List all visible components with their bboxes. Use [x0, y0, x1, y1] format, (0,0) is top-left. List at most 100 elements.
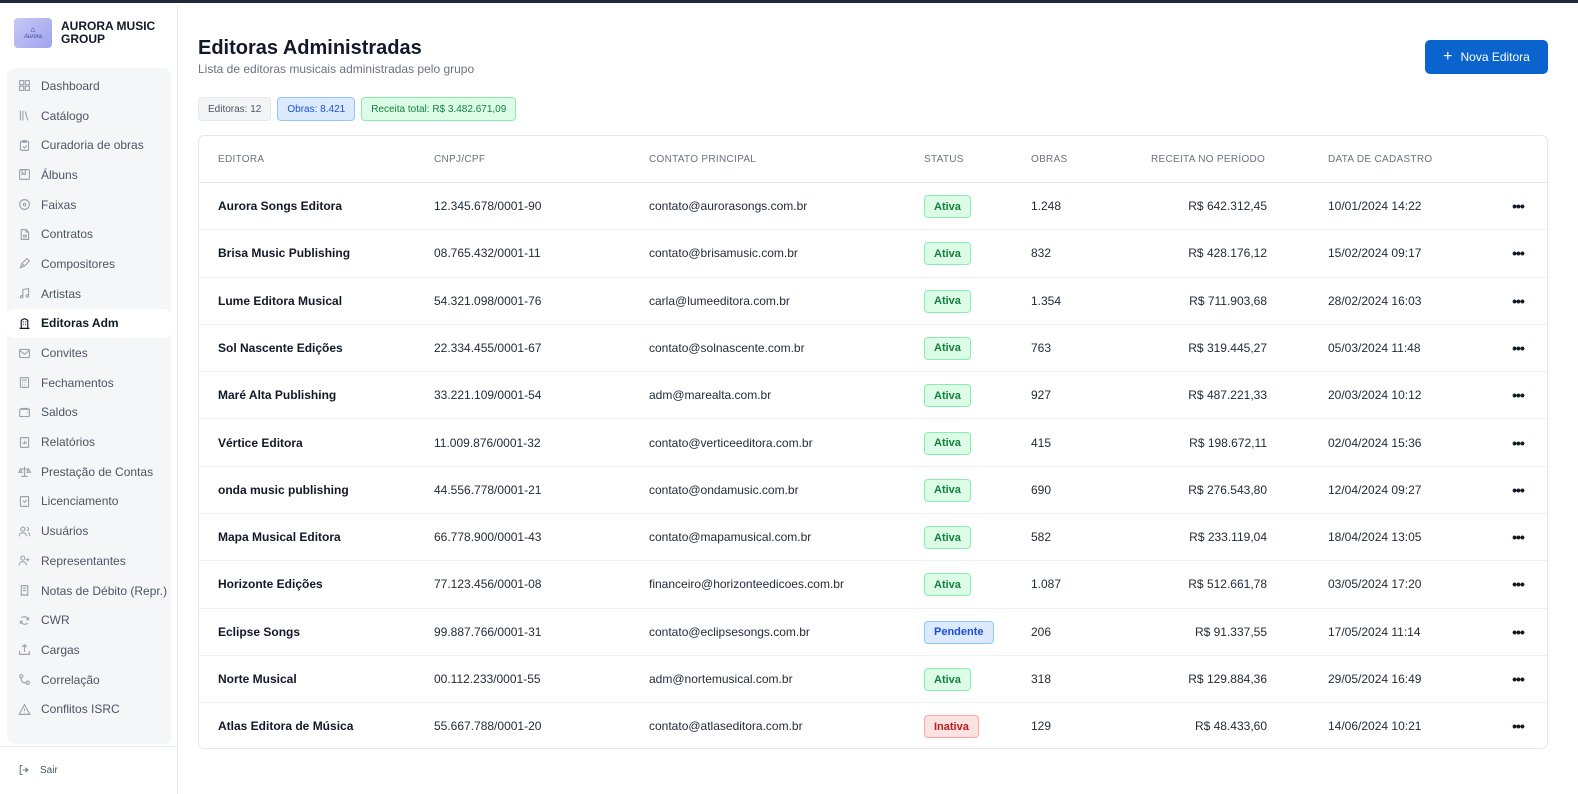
- sidebar-item-dashboard[interactable]: Dashboard: [7, 71, 171, 101]
- more-horizontal-icon[interactable]: •••: [1509, 620, 1527, 644]
- cell-editora[interactable]: Mapa Musical Editora: [218, 530, 341, 544]
- cell-editora[interactable]: onda music publishing: [218, 483, 349, 497]
- cell-editora[interactable]: Horizonte Edições: [218, 577, 323, 591]
- table-row[interactable]: Lume Editora Musical 54.321.098/0001-76 ca…: [199, 278, 1547, 325]
- cell-editora[interactable]: Lume Editora Musical: [218, 294, 342, 308]
- sidebar-item-artistas[interactable]: Artistas: [7, 279, 171, 309]
- report-icon: [19, 436, 30, 448]
- sidebar-nav: Dashboard Catálogo Curadoria de obras Álbun…: [7, 68, 171, 744]
- logout-icon: [19, 764, 29, 776]
- cell-obras: 1.087: [1031, 577, 1062, 592]
- cell-data: 28/02/2024 16:03: [1328, 293, 1422, 308]
- table-row[interactable]: Horizonte Edições 77.123.456/0001-08 finan…: [199, 561, 1547, 609]
- more-horizontal-icon[interactable]: •••: [1509, 431, 1527, 455]
- brand[interactable]: ⌂ Aurora AURORA MUSIC GROUP: [14, 18, 174, 54]
- cell-editora[interactable]: Maré Alta Publishing: [218, 388, 336, 402]
- sidebar-item-editoras-adm[interactable]: Editoras Adm: [7, 308, 171, 339]
- table-row[interactable]: Eclipse Songs 99.887.766/0001-31 contato@e…: [199, 609, 1547, 656]
- cell-cnpj: 77.123.456/0001-08: [434, 577, 542, 592]
- sidebar-item-label: Editoras Adm: [41, 316, 119, 331]
- clipboard-check-icon: [19, 139, 30, 151]
- sidebar-item-curadoria-de-obras[interactable]: Curadoria de obras: [7, 130, 171, 160]
- cell-cnpj: 55.667.788/0001-20: [434, 719, 542, 734]
- cell-editora[interactable]: Atlas Editora de Música: [218, 719, 353, 733]
- sidebar-item-saldos[interactable]: Saldos: [7, 398, 171, 428]
- table-row[interactable]: Mapa Musical Editora 66.778.900/0001-43 co…: [199, 514, 1547, 562]
- cell-contato: contato@mapamusical.com.br: [649, 530, 812, 545]
- sidebar-item-convites[interactable]: Convites: [7, 338, 171, 368]
- more-horizontal-icon[interactable]: •••: [1509, 383, 1527, 407]
- table-row[interactable]: Maré Alta Publishing 33.221.109/0001-54 ad…: [199, 372, 1547, 420]
- library-icon: [19, 110, 29, 121]
- column-header-data[interactable]: DATA DE CADASTRO: [1328, 154, 1432, 165]
- cell-editora[interactable]: Eclipse Songs: [218, 625, 300, 639]
- sidebar-item-notas-de-debito-repr[interactable]: Notas de Débito (Repr.): [7, 576, 171, 606]
- table-row[interactable]: Brisa Music Publishing 08.765.432/0001-11…: [199, 230, 1547, 278]
- more-horizontal-icon[interactable]: •••: [1509, 667, 1527, 691]
- sidebar-item-fechamentos[interactable]: Fechamentos: [7, 368, 171, 398]
- table-row[interactable]: onda music publishing 44.556.778/0001-21 c…: [199, 467, 1547, 515]
- sidebar-item-relatorios[interactable]: Relatórios: [7, 427, 171, 457]
- cell-editora[interactable]: Aurora Songs Editora: [218, 199, 342, 213]
- pen-tool-icon: [19, 258, 31, 270]
- sidebar-item-representantes[interactable]: Representantes: [7, 546, 171, 576]
- column-header-obras[interactable]: OBRAS: [1031, 154, 1068, 165]
- cell-obras: 763: [1031, 340, 1052, 355]
- more-horizontal-icon[interactable]: •••: [1509, 714, 1527, 738]
- sidebar-item-compositores[interactable]: Compositores: [7, 249, 171, 279]
- cell-obras: 129: [1031, 719, 1052, 734]
- more-horizontal-icon[interactable]: •••: [1509, 572, 1527, 596]
- sidebar-item-faixas[interactable]: Faixas: [7, 190, 171, 220]
- sidebar-item-prestacao-de-contas[interactable]: Prestação de Contas: [7, 457, 171, 487]
- more-horizontal-icon[interactable]: •••: [1509, 336, 1527, 360]
- sidebar-item-usuarios[interactable]: Usuários: [7, 516, 171, 546]
- cell-contato: contato@aurorasongs.com.br: [649, 199, 808, 213]
- sidebar-item-label: Fechamentos: [41, 375, 114, 390]
- more-horizontal-icon[interactable]: •••: [1509, 194, 1527, 218]
- new-publisher-button[interactable]: + Nova Editora: [1425, 40, 1548, 74]
- status-badge: Pendente: [924, 620, 994, 644]
- sidebar-item-catalogo[interactable]: Catálogo: [7, 101, 171, 131]
- cell-receita: R$ 91.337,55: [1194, 624, 1267, 639]
- cell-contato: adm@nortemusical.com.br: [649, 672, 793, 686]
- sidebar-item-licenciamento[interactable]: Licenciamento: [7, 487, 171, 517]
- cell-editora[interactable]: Vértice Editora: [218, 436, 303, 450]
- table-row[interactable]: Norte Musical 00.112.233/0001-55 adm@norte…: [199, 656, 1547, 704]
- cell-editora[interactable]: Sol Nascente Edições: [218, 341, 343, 355]
- table-row[interactable]: Aurora Songs Editora 12.345.678/0001-90 co…: [199, 183, 1547, 231]
- sidebar-item-label: Representantes: [41, 553, 126, 568]
- sidebar-item-conflitos-isrc[interactable]: Conflitos ISRC: [7, 694, 171, 724]
- column-header-editora[interactable]: EDITORA: [218, 154, 264, 165]
- sidebar-item-cargas[interactable]: Cargas: [7, 635, 171, 665]
- cell-contato: carla@lumeeditora.com.br: [649, 293, 790, 308]
- sidebar-item-contratos[interactable]: Contratos: [7, 219, 171, 249]
- cell-data: 17/05/2024 11:14: [1328, 624, 1421, 639]
- logout-button[interactable]: Sair: [18, 764, 58, 776]
- cell-data: 18/04/2024 13:05: [1328, 530, 1422, 545]
- cell-obras: 206: [1031, 624, 1052, 639]
- sidebar-item-cwr[interactable]: CWR: [7, 605, 171, 635]
- cell-cnpj: 33.221.109/0001-54: [434, 388, 542, 403]
- table-row[interactable]: Vértice Editora 11.009.876/0001-32 contato…: [199, 420, 1547, 467]
- table-row[interactable]: Atlas Editora de Música 55.667.788/0001-2…: [199, 703, 1547, 748]
- more-horizontal-icon[interactable]: •••: [1509, 289, 1527, 313]
- sidebar-item-albuns[interactable]: Álbuns: [7, 160, 171, 190]
- sidebar-item-label: Faixas: [41, 197, 77, 212]
- album-icon: [19, 169, 30, 181]
- column-header-contato[interactable]: CONTATO PRINCIPAL: [649, 154, 756, 165]
- license-icon: [19, 496, 30, 507]
- table-row[interactable]: Sol Nascente Edições 22.334.455/0001-67 co…: [199, 325, 1547, 373]
- column-header-cnpj[interactable]: CNPJ/CPF: [434, 154, 485, 165]
- more-horizontal-icon[interactable]: •••: [1509, 478, 1527, 502]
- more-horizontal-icon[interactable]: •••: [1509, 241, 1527, 265]
- sidebar-item-correlacao[interactable]: Correlação: [7, 665, 171, 695]
- music-note-icon: [19, 288, 30, 299]
- column-header-receita[interactable]: RECEITA NO PERÍODO: [1151, 154, 1265, 165]
- status-badge: Ativa: [924, 384, 971, 408]
- cell-data: 29/05/2024 16:49: [1328, 672, 1422, 686]
- column-header-status[interactable]: STATUS: [924, 154, 964, 165]
- cell-editora[interactable]: Brisa Music Publishing: [218, 246, 350, 260]
- cell-editora[interactable]: Norte Musical: [218, 672, 297, 686]
- cell-data: 10/01/2024 14:22: [1328, 199, 1422, 213]
- more-horizontal-icon[interactable]: •••: [1509, 525, 1527, 549]
